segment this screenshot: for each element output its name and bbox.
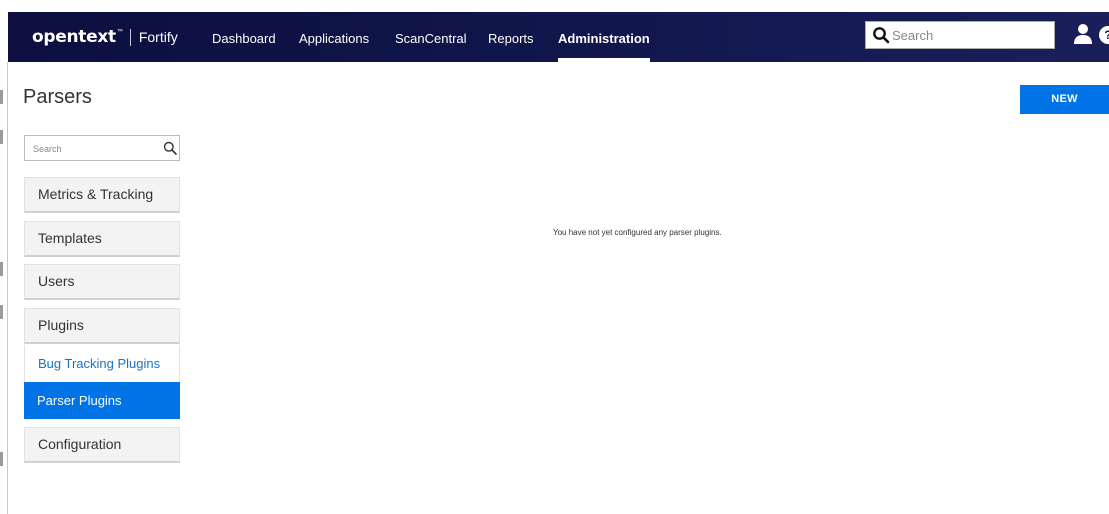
global-search[interactable] <box>865 21 1055 49</box>
logo-divider <box>129 28 131 46</box>
edge-tick <box>0 130 3 144</box>
sidebar-search-input[interactable] <box>33 141 153 157</box>
global-search-input[interactable] <box>892 26 1047 44</box>
sidebar-search[interactable] <box>24 135 180 161</box>
sidebar-item-plugins[interactable]: Plugins <box>24 308 180 344</box>
search-icon[interactable] <box>872 26 890 44</box>
top-nav-bar: opentext ™ Fortify Dashboard Application… <box>8 12 1109 62</box>
user-icon[interactable] <box>1073 23 1093 45</box>
sidebar-item-configuration[interactable]: Configuration <box>24 427 180 463</box>
sidebar-item-parser-plugins[interactable]: Parser Plugins <box>24 382 180 419</box>
sidebar-item-metrics-tracking[interactable]: Metrics & Tracking <box>24 177 180 213</box>
left-edge <box>0 62 8 514</box>
search-icon[interactable] <box>163 141 177 155</box>
nav-scancentral[interactable]: ScanCentral <box>395 31 467 46</box>
browser-page: opentext ™ Fortify Dashboard Application… <box>0 0 1109 514</box>
brand-logo[interactable]: opentext ™ Fortify <box>32 26 178 48</box>
help-icon[interactable]: ? <box>1099 26 1109 44</box>
nav-administration[interactable]: Administration <box>558 31 650 46</box>
empty-state-message: You have not yet configured any parser p… <box>553 228 722 237</box>
nav-applications[interactable]: Applications <box>299 31 369 46</box>
sidebar-item-users[interactable]: Users <box>24 264 180 300</box>
product-name: Fortify <box>138 29 178 45</box>
logo-wordmark: opentext <box>32 27 116 47</box>
edge-tick <box>0 90 3 104</box>
page-title: Parsers <box>23 86 92 108</box>
new-button[interactable]: NEW <box>1020 85 1109 114</box>
edge-tick <box>0 452 3 466</box>
logo-trademark: ™ <box>116 29 123 35</box>
nav-dashboard[interactable]: Dashboard <box>212 31 276 46</box>
edge-tick <box>0 305 3 319</box>
sidebar-item-templates[interactable]: Templates <box>24 221 180 257</box>
nav-reports[interactable]: Reports <box>488 31 534 46</box>
edge-tick <box>0 262 3 276</box>
active-nav-indicator <box>558 58 650 62</box>
sidebar-item-bug-tracking-plugins[interactable]: Bug Tracking Plugins <box>24 345 180 382</box>
